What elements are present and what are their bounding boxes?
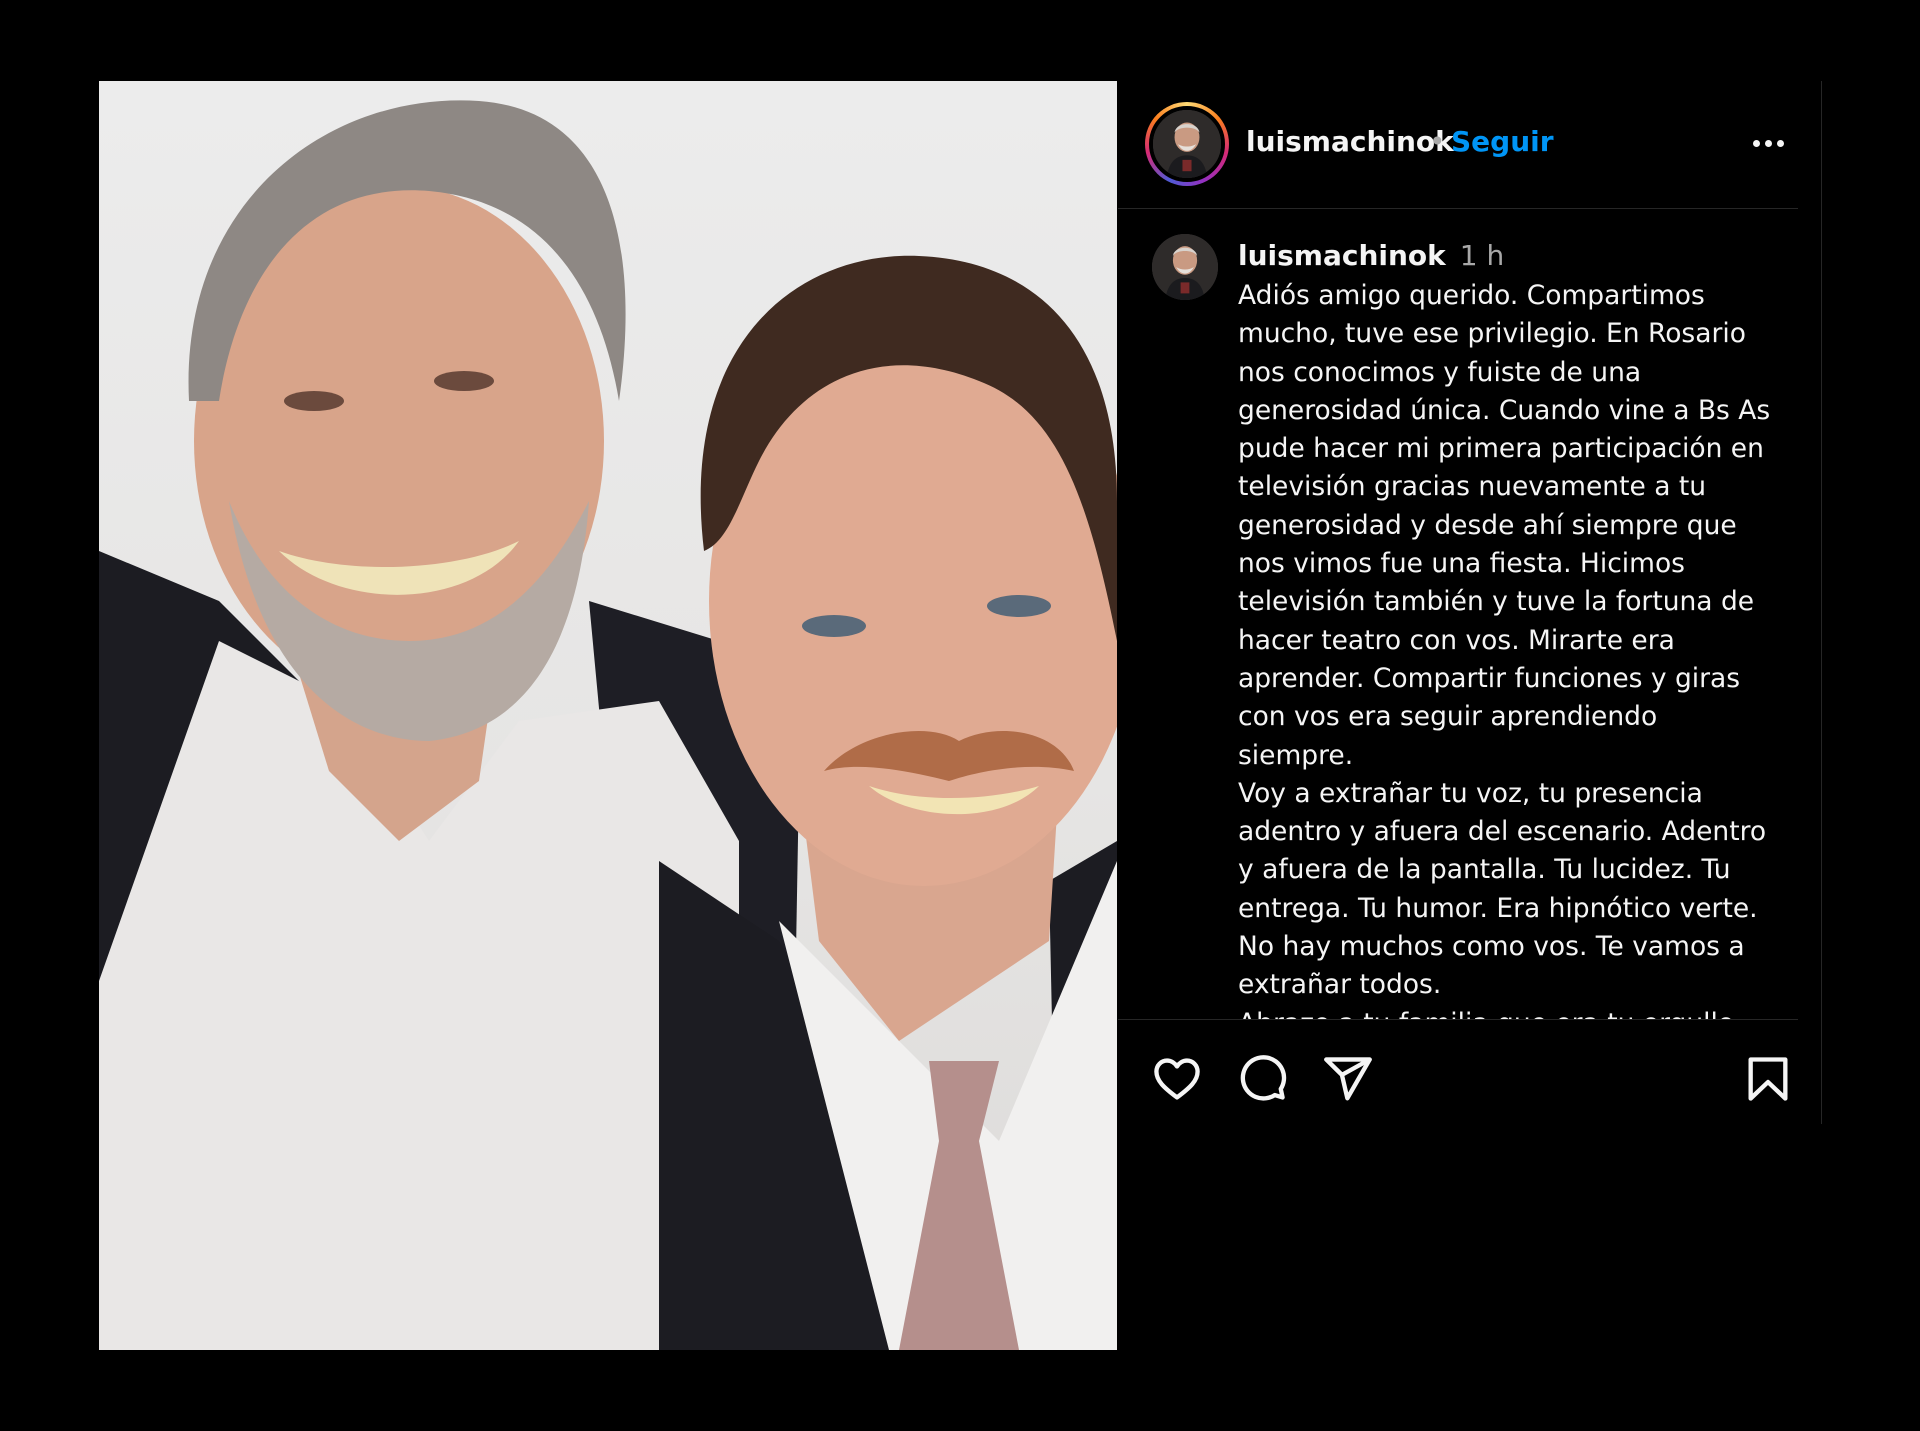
caption-header: luismachinok 1 h: [1238, 239, 1504, 272]
story-ring[interactable]: [1145, 102, 1229, 186]
two-men-illustration: [99, 100, 1117, 1350]
caption-avatar[interactable]: [1152, 234, 1218, 300]
more-horizontal-icon[interactable]: [1751, 135, 1787, 151]
caption-timestamp[interactable]: 1 h: [1460, 239, 1504, 272]
header-separator: •: [1429, 125, 1446, 158]
caption-scroll-area[interactable]: luismachinok 1 h Adiós amigo querido. Com…: [1118, 209, 1798, 1100]
heart-icon[interactable]: [1151, 1053, 1203, 1105]
comment-icon[interactable]: [1236, 1053, 1288, 1105]
post-actions-bar: [1118, 1019, 1798, 1124]
post-side-panel: luismachinok • Seguir luismachinok 1 h Ad…: [1118, 81, 1822, 1124]
post-header: luismachinok • Seguir: [1118, 81, 1798, 209]
bookmark-icon[interactable]: [1742, 1053, 1794, 1105]
profile-avatar[interactable]: [1149, 106, 1225, 182]
caption-username[interactable]: luismachinok: [1238, 239, 1446, 272]
header-username[interactable]: luismachinok: [1246, 125, 1454, 158]
send-icon[interactable]: [1322, 1053, 1374, 1105]
caption-text: Adiós amigo querido. Compartimos mucho, …: [1238, 280, 1776, 1077]
follow-button[interactable]: Seguir: [1451, 125, 1554, 158]
post-photo[interactable]: [99, 81, 1117, 1350]
